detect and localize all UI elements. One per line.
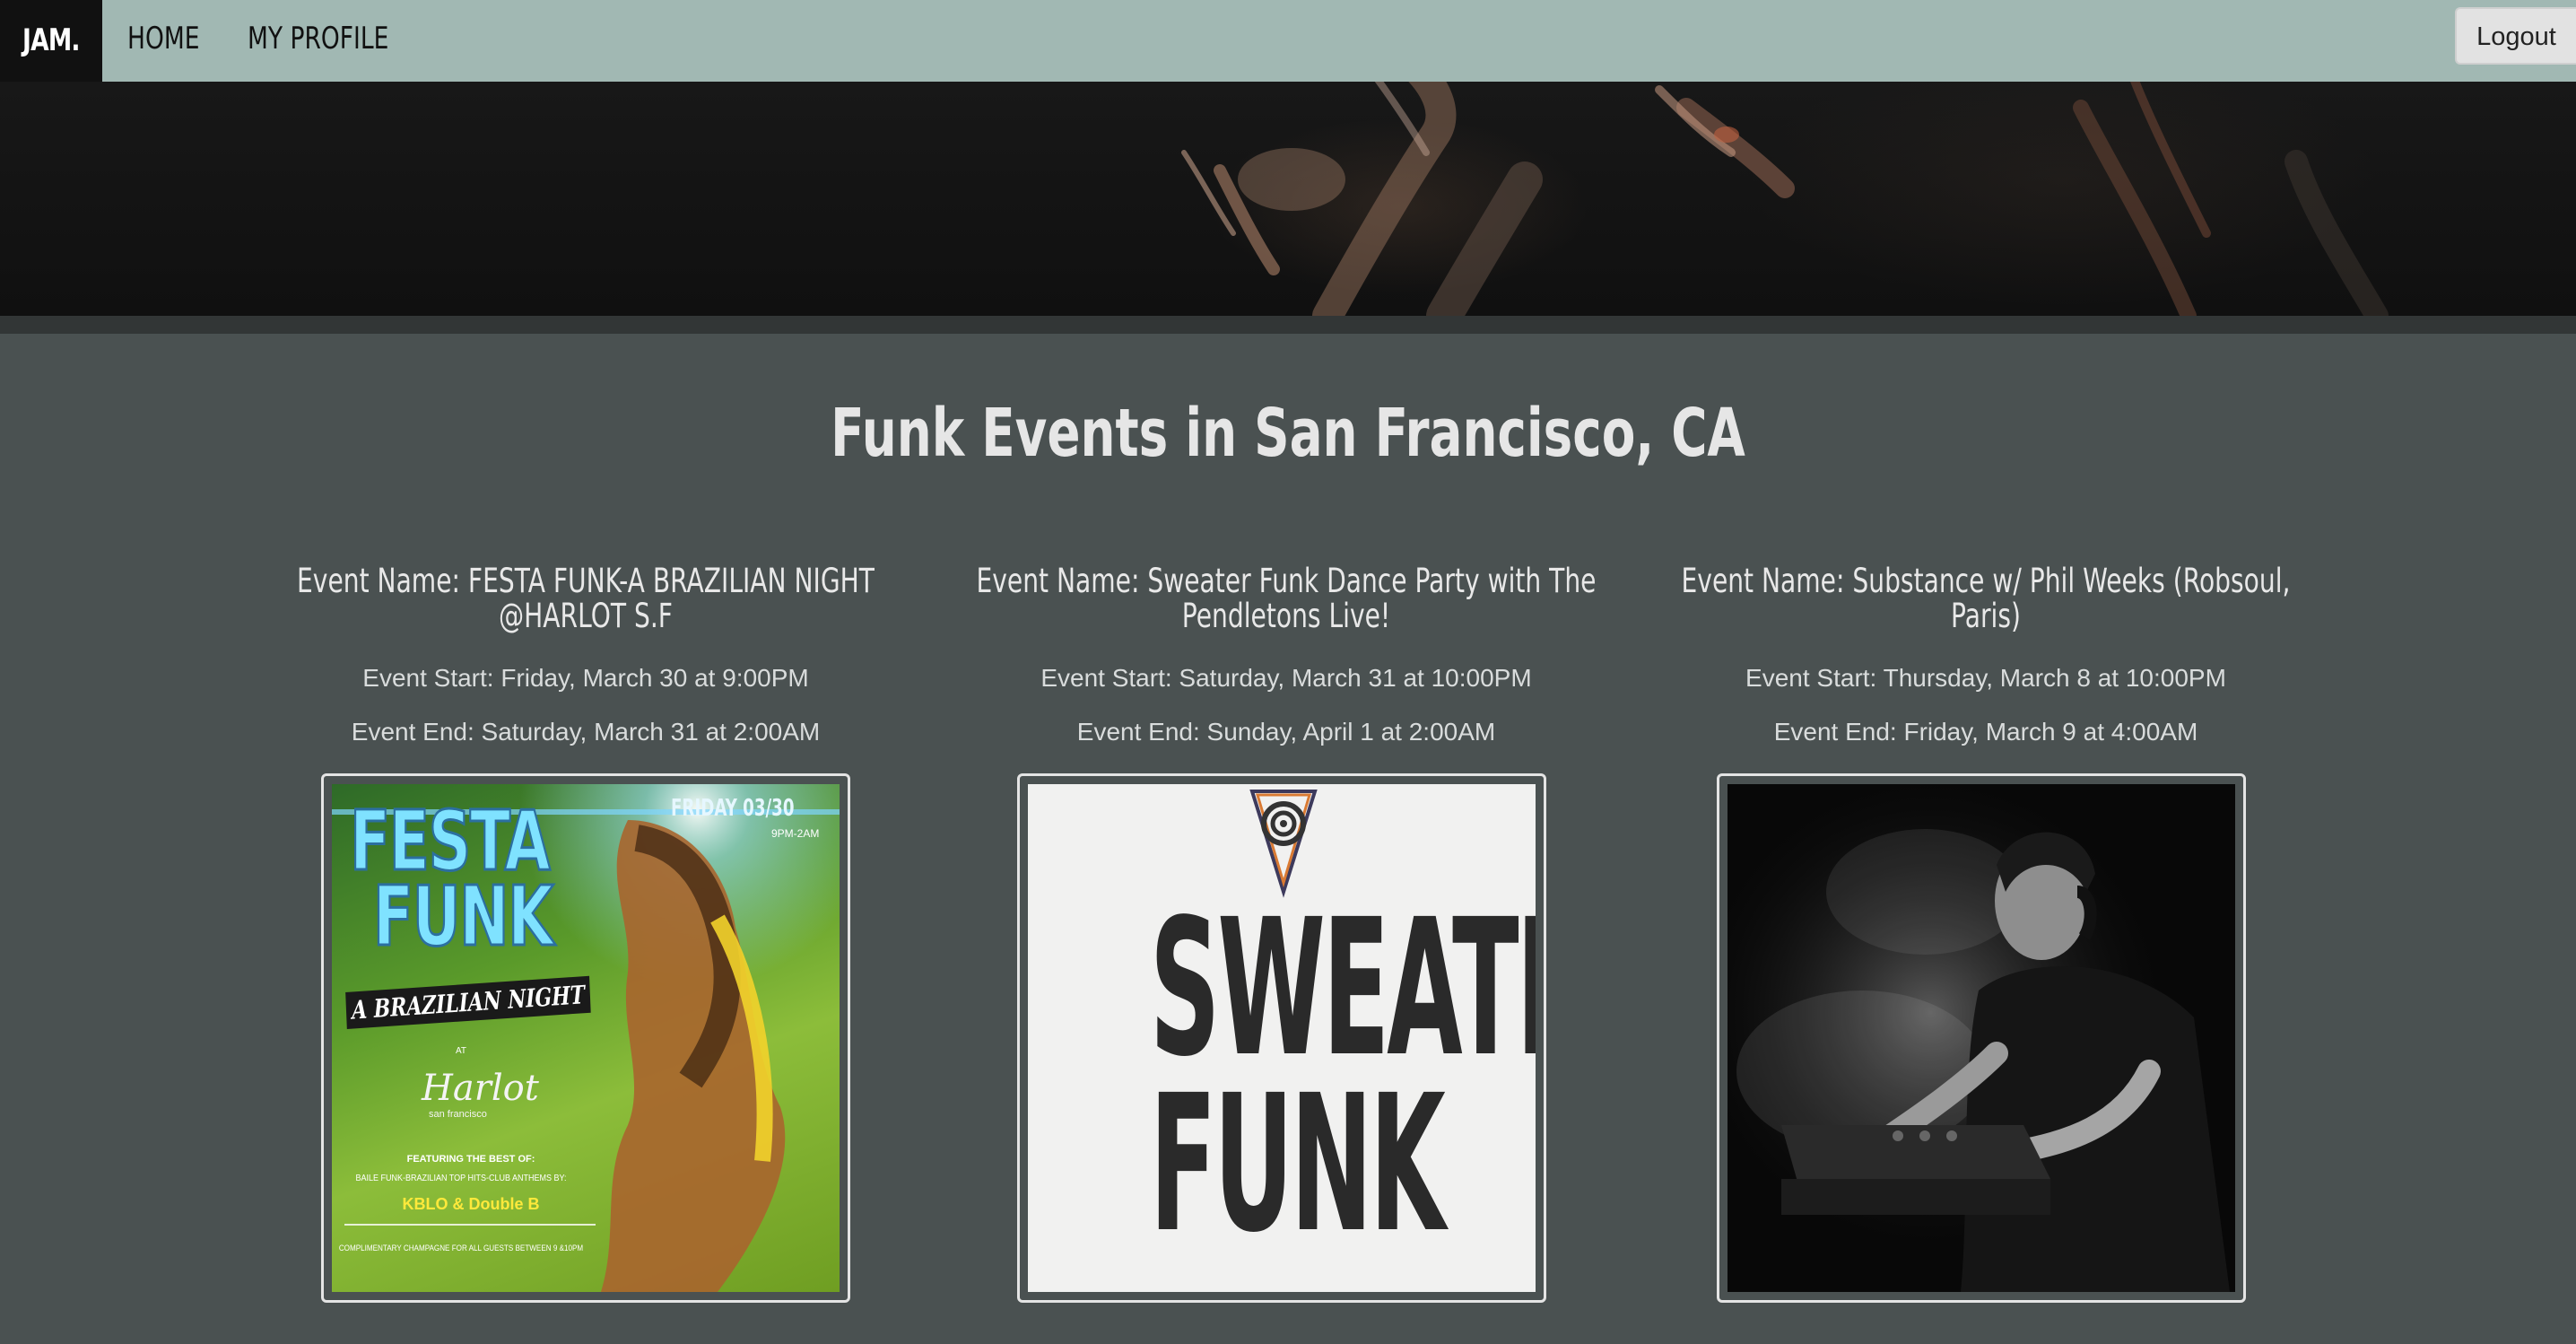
page-title: Funk Events in San Francisco, CA — [831, 395, 1745, 472]
festa-funk-poster: FRIDAY 03/30 9PM-2AM FESTA FUNK A BRAZIL… — [332, 784, 840, 1292]
brand-logo[interactable]: JAM. — [0, 0, 102, 82]
poster-footer: COMPLIMENTARY CHAMPAGNE FOR ALL GUESTS B… — [338, 1244, 584, 1252]
poster-headline: SWEATER FUNK — [1149, 878, 1536, 1274]
event-start: Event Start: Saturday, March 31 at 10:00… — [1040, 664, 1532, 692]
navbar: JAM. HOME MY PROFILE Logout — [0, 0, 2576, 82]
poster-featuring: FEATURING THE BEST OF: — [406, 1154, 535, 1165]
poster-venue-city: san francisco — [429, 1109, 487, 1120]
event-image-frame[interactable]: FRIDAY 03/30 9PM-2AM FESTA FUNK A BRAZIL… — [321, 773, 850, 1303]
poster-divider — [344, 1224, 596, 1226]
poster-djs: KBLO & Double B — [402, 1195, 540, 1213]
dj-photo — [1727, 784, 2235, 1292]
event-card: Event Name: FESTA FUNK-A BRAZILIAN NIGHT… — [263, 563, 909, 759]
event-image-frame[interactable]: SWEATER FUNK — [1017, 773, 1546, 1303]
phil-weeks-photo — [1727, 784, 2235, 1292]
event-card: Event Name: Sweater Funk Dance Party wit… — [963, 563, 1609, 759]
poster-at: AT — [456, 1046, 467, 1056]
event-name: Event Name: Sweater Funk Dance Party wit… — [976, 562, 1597, 635]
event-start: Event Start: Friday, March 30 at 9:00PM — [362, 664, 809, 692]
event-image-frame[interactable] — [1717, 773, 2246, 1303]
nav-home-link[interactable]: HOME — [127, 0, 220, 82]
poster-venue: Harlot — [422, 1068, 539, 1109]
event-name: Event Name: Substance w/ Phil Weeks (Rob… — [1681, 562, 2291, 635]
poster-time: 9PM-2AM — [771, 827, 820, 840]
event-name: Event Name: FESTA FUNK-A BRAZILIAN NIGHT… — [297, 562, 875, 635]
sweater-funk-poster: SWEATER FUNK — [1028, 784, 1536, 1292]
event-end: Event End: Friday, March 9 at 4:00AM — [1773, 718, 2198, 746]
poster-genre: BAILE FUNK-BRAZILIAN TOP HITS-CLUB ANTHE… — [355, 1174, 567, 1183]
event-end: Event End: Saturday, March 31 at 2:00AM — [351, 718, 821, 746]
hero-divider — [0, 316, 2576, 334]
poster-date: FRIDAY 03/30 — [671, 795, 795, 822]
nav-my-profile-link[interactable]: MY PROFILE — [248, 0, 429, 82]
event-card: Event Name: Substance w/ Phil Weeks (Rob… — [1663, 563, 2309, 759]
event-start: Event Start: Thursday, March 8 at 10:00P… — [1745, 664, 2226, 692]
event-end: Event End: Sunday, April 1 at 2:00AM — [1076, 718, 1496, 746]
poster-title: FESTA FUNK — [349, 793, 555, 964]
logout-button[interactable]: Logout — [2455, 7, 2576, 65]
